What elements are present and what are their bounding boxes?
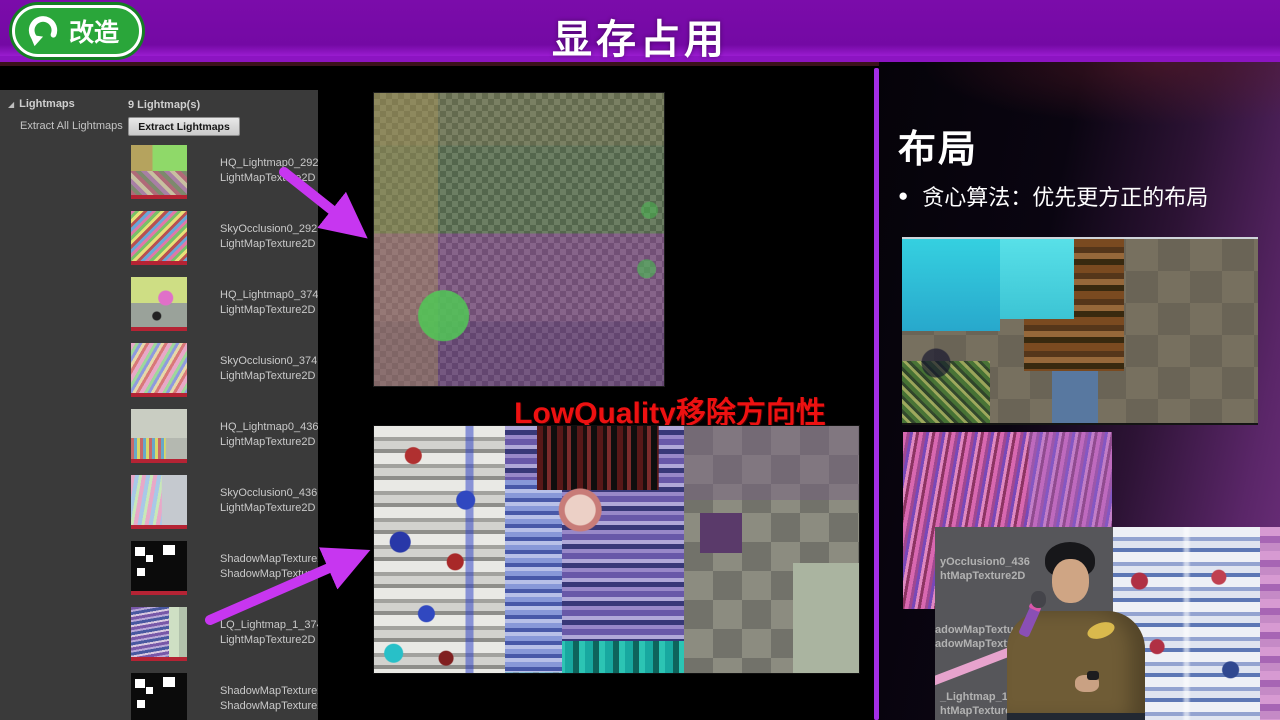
- lightmap-entry[interactable]: HQ_Lightmap0_374LightMapTexture2D: [131, 277, 317, 339]
- lightmap-entry-label: LQ_Lightmap_1_374LightMapTexture2D: [220, 618, 318, 648]
- lightmap-entry[interactable]: HQ_Lightmap0_292LightMapTexture2D: [131, 145, 317, 207]
- lightmap-count: 9 Lightmap(s): [128, 99, 200, 111]
- slide: 改造 显存占用 ◢ Lightmaps 9 Lightmap(s) Extrac…: [0, 0, 1280, 720]
- lightmap-entry[interactable]: SkyOcclusion0_292LightMapTexture2D: [131, 211, 317, 273]
- lightmap-thumbnail: [131, 673, 187, 720]
- lightmap-entry[interactable]: HQ_Lightmap0_436LightMapTexture2D: [131, 409, 317, 471]
- lightmap-thumbnail: [131, 607, 187, 661]
- hq-lightmap-atlas-image: [373, 92, 665, 387]
- lightmap-entry-label: ShadowMapTexture2D_0ShadowMapTexture2D: [220, 552, 318, 582]
- layout-atlas-image-top: [902, 237, 1258, 425]
- lightmap-thumbnail: [131, 343, 187, 397]
- microphone-icon: [1031, 591, 1046, 608]
- lightmap-entry-label: SkyOcclusion0_374LightMapTexture2D: [220, 354, 317, 384]
- lightmap-entry-label: HQ_Lightmap0_436LightMapTexture2D: [220, 420, 318, 450]
- lightmaps-panel: ◢ Lightmaps 9 Lightmap(s) Extract All Li…: [0, 90, 318, 720]
- lightmaps-foldout[interactable]: ◢ Lightmaps: [8, 98, 75, 110]
- lightmap-thumbnail: [131, 211, 187, 265]
- lightmap-entry[interactable]: ShadowMapTexture2D_0ShadowMapTexture2D: [131, 673, 317, 720]
- top-bar: 改造 显存占用: [0, 0, 1280, 62]
- atlas-block-region: [684, 426, 859, 673]
- bullet-text: 贪心算法：优先更方正的布局: [922, 180, 1208, 212]
- bullet-dot-icon: ●: [898, 186, 908, 206]
- atlas-detail-region: [505, 426, 684, 673]
- presenter-clicker: [1087, 671, 1099, 680]
- lightmap-entry-label: HQ_Lightmap0_292LightMapTexture2D: [220, 156, 318, 186]
- presenter-face: [1052, 559, 1089, 603]
- presenter-video: yOcclusion0_436 htMapTexture2D adowMapTe…: [935, 527, 1280, 720]
- lq-lightmap-atlas-image: [373, 425, 860, 674]
- lightmap-thumbnail: [131, 277, 187, 331]
- projected-entry-label: yOcclusion0_436 htMapTexture2D: [940, 555, 1030, 583]
- presenter-pants: [1007, 713, 1145, 720]
- section-heading: 布局: [898, 118, 978, 173]
- extract-all-label: Extract All Lightmaps: [20, 120, 123, 132]
- lightmap-thumbnail: [131, 475, 187, 529]
- lightmap-entry[interactable]: SkyOcclusion0_374LightMapTexture2D: [131, 343, 317, 405]
- projected-pink-texture: [1260, 527, 1280, 720]
- foldout-triangle-icon: ◢: [8, 100, 14, 109]
- lightmap-entry[interactable]: LQ_Lightmap_1_374LightMapTexture2D: [131, 607, 317, 669]
- lightmap-entry-label: ShadowMapTexture2D_0ShadowMapTexture2D: [220, 684, 318, 714]
- foldout-label: Lightmaps: [19, 98, 75, 110]
- lightmap-entry[interactable]: ShadowMapTexture2D_0ShadowMapTexture2D: [131, 541, 317, 603]
- lightmap-thumbnail: [131, 145, 187, 199]
- lightmap-entry-label: SkyOcclusion0_436LightMapTexture2D: [220, 486, 317, 516]
- page-title: 显存占用: [0, 7, 1280, 65]
- extract-lightmaps-button[interactable]: Extract Lightmaps: [128, 117, 240, 136]
- lightmap-entry-label: HQ_Lightmap0_374LightMapTexture2D: [220, 288, 318, 318]
- lightmap-entry[interactable]: SkyOcclusion0_436LightMapTexture2D: [131, 475, 317, 537]
- lightmap-thumbnail: [131, 541, 187, 595]
- lightmap-entry-label: SkyOcclusion0_292LightMapTexture2D: [220, 222, 317, 252]
- bullet-item: ● 贪心算法：优先更方正的布局: [898, 180, 1208, 212]
- lightmap-thumbnail: [131, 409, 187, 463]
- atlas-stripe-region: [374, 426, 505, 673]
